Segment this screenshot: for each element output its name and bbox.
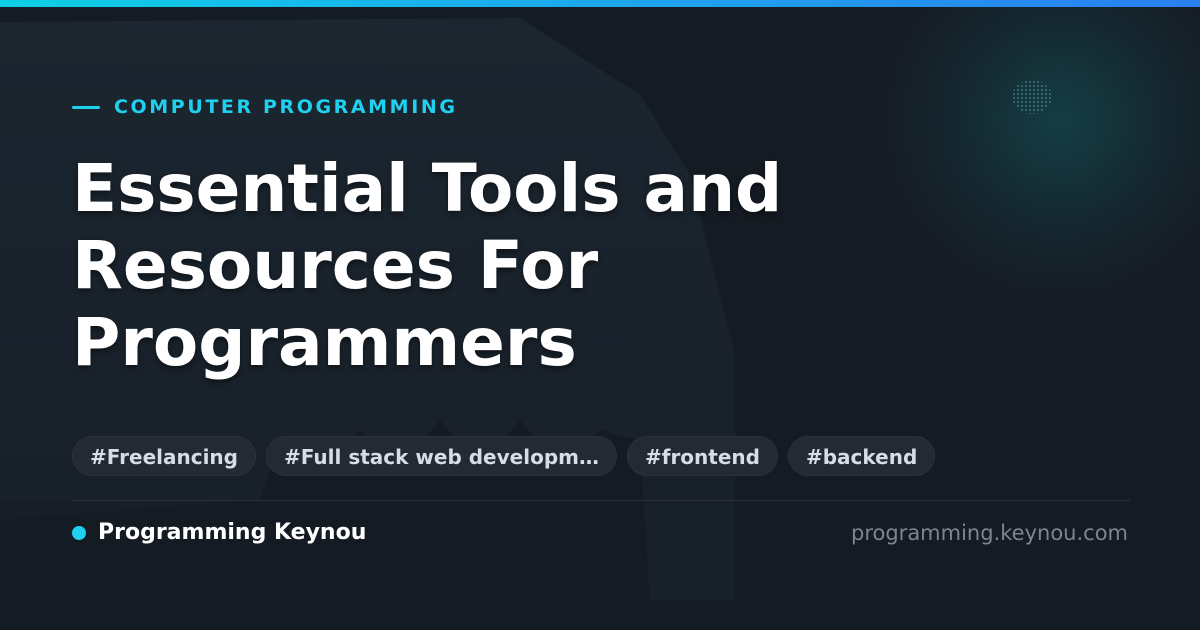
- tag-frontend[interactable]: #frontend: [626, 436, 778, 476]
- category-label: COMPUTER PROGRAMMING: [72, 94, 458, 120]
- tag-backend[interactable]: #backend: [787, 436, 936, 476]
- site-url[interactable]: programming.keynou.com: [851, 518, 1128, 548]
- brand-name: Programming Keynou: [98, 520, 367, 545]
- brand: Programming Keynou: [72, 518, 366, 548]
- tag-freelancing[interactable]: #Freelancing: [72, 436, 256, 476]
- card-content: COMPUTER PROGRAMMING Essential Tools and…: [0, 0, 1200, 630]
- footer-divider: [72, 500, 1130, 501]
- brand-dot-icon: [72, 526, 86, 540]
- tag-full-stack[interactable]: #Full stack web developm…: [266, 436, 617, 476]
- article-title: Essential Tools and Resources For Progra…: [72, 150, 783, 381]
- category-text: COMPUTER PROGRAMMING: [114, 96, 458, 118]
- category-accent-line: [72, 105, 100, 109]
- tag-list: #Freelancing #Full stack web developm… #…: [72, 436, 936, 476]
- social-share-card: COMPUTER PROGRAMMING Essential Tools and…: [0, 0, 1200, 630]
- accent-top-bar: [0, 0, 1200, 7]
